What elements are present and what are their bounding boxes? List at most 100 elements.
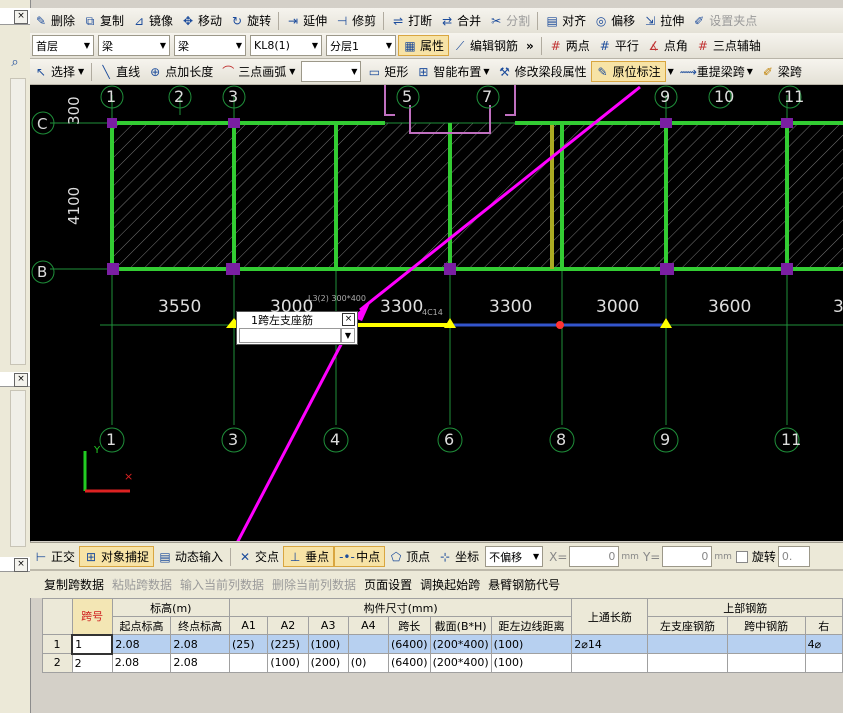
tool-icon: ⊣ [336,13,348,28]
three-point-axis-button[interactable]: # 三点辅轴 [692,35,765,56]
table-row[interactable]: 1 1 2.08 2.08 (25) (225) (100) (6400) (200*400)(… [42,633,843,655]
grid-tool-button-5[interactable]: 调换起始跨 [416,574,484,595]
floor-select[interactable]: 首层 ▼ [32,35,94,56]
layer-select[interactable]: 分层1 ▼ [326,35,396,56]
grid-tool-button-3[interactable]: 删除当前列数据 [268,574,360,595]
coordinate-snap[interactable]: ⊹ 坐标 [434,546,483,567]
beam-span-button[interactable]: ✐ 梁跨 [757,61,806,82]
tool-button-6[interactable]: ⊣ 修剪 [331,10,380,31]
object-snap-toggle[interactable]: ⊞ 对象捕捉 [79,546,155,567]
grid-tool-button-0[interactable]: 复制跨数据 [40,574,108,595]
popup-close-icon[interactable]: × [342,313,355,326]
y-input[interactable]: 0 [662,546,713,567]
table-cell-a4[interactable] [347,634,390,654]
arc-button[interactable]: ⌒ 三点画弧 ▼ [217,61,299,82]
tool-button-10[interactable]: ▤ 对齐 [541,10,590,31]
type-select[interactable]: 梁 ▼ [174,35,246,56]
two-point-button[interactable]: # 两点 [545,35,594,56]
close-icon[interactable]: × [14,10,28,24]
rect-button[interactable]: ▭ 矩形 [363,61,412,82]
table-cell-mid[interactable] [726,634,806,654]
grid-tool-button-1[interactable]: 粘贴跨数据 [108,574,176,595]
table-cell-end[interactable]: 2.08 [170,634,230,654]
popup-value-input[interactable] [239,328,341,343]
perpendicular-snap[interactable]: ⊥ 垂点 [283,546,335,567]
table-cell-sec[interactable]: (200*400) [429,634,492,654]
drawing-canvas[interactable]: × Y C B 300 4100 L3(2) 300*400 4C14 1跨左支… [30,85,843,541]
table-cell-span[interactable]: 2 [71,653,113,673]
edit-rebar-button[interactable]: ⟋ 编辑钢筋 [449,35,522,56]
line-button[interactable]: ╲ 直线 [95,61,144,82]
tool-button-13[interactable]: ✐ 设置夹点 [688,10,761,31]
x-input[interactable]: 0 [569,546,620,567]
table-cell-end[interactable]: 2.08 [170,653,230,673]
overflow-icon[interactable]: » [522,35,538,56]
close-icon[interactable]: × [14,373,28,387]
midpoint-snap[interactable]: -•- 中点 [334,546,386,567]
table-cell-len[interactable]: (6400) [388,653,431,673]
element-select[interactable]: KL8(1) ▼ [250,35,322,56]
left-scrollbar-top[interactable] [10,78,26,365]
point-angle-button[interactable]: ∡ 点角 [643,35,692,56]
table-cell-a1[interactable] [228,653,269,673]
table-cell-a4[interactable]: (0) [347,653,390,673]
properties-button[interactable]: ▦ 属性 [398,35,450,56]
table-cell-span[interactable]: 1 [71,633,114,655]
arc-mode-select[interactable]: ▼ [301,61,362,82]
tool-button-9[interactable]: ✂ 分割 [485,10,534,31]
grid-tool-button-6[interactable]: 悬臂钢筋代号 [484,574,564,595]
left-scrollbar-mid[interactable] [10,390,26,547]
tool-button-7[interactable]: ⇌ 打断 [387,10,436,31]
chevron-down-icon[interactable]: ▼ [341,328,355,343]
close-icon[interactable]: × [14,558,28,572]
table-cell-a1[interactable]: (25) [228,634,269,654]
table-cell-a2[interactable]: (225) [267,634,309,654]
offset-select[interactable]: 不偏移 ▼ [485,546,544,567]
table-row[interactable]: 2 2 2.08 2.08 (100) (200) (0) (6400) (200*400) (1… [42,653,843,673]
inplace-annotation-button[interactable]: ✎ 原位标注 [590,61,666,82]
grip-point[interactable] [556,321,564,329]
point-length-button[interactable]: ⊕ 点加长度 [144,61,217,82]
smart-layout-button[interactable]: ⊞ 智能布置 ▼ [412,61,493,82]
inplace-dropdown[interactable]: ▼ [666,61,676,82]
parallel-button[interactable]: # 平行 [594,35,643,56]
table-cell-dist[interactable]: (100) [490,634,573,654]
table-cell-start[interactable]: 2.08 [111,634,172,654]
modify-span-button[interactable]: ⚒ 修改梁段属性 [494,61,591,82]
tool-button-3[interactable]: ✥ 移动 [177,10,226,31]
tool-button-2[interactable]: ⊿ 镜像 [128,10,177,31]
table-cell-dist[interactable]: (100) [490,653,573,673]
intersection-snap[interactable]: ✕ 交点 [234,546,283,567]
tool-button-1[interactable]: ⧉ 复制 [79,10,128,31]
table-cell-a3[interactable]: (200) [307,653,349,673]
tool-button-5[interactable]: ⇥ 延伸 [282,10,331,31]
tool-button-12[interactable]: ⇲ 拉伸 [639,10,688,31]
dynamic-input-toggle[interactable]: ▤ 动态输入 [154,546,227,567]
table-cell-mid[interactable] [726,653,806,673]
rotate-checkbox[interactable] [735,550,748,563]
tool-button-4[interactable]: ↻ 旋转 [226,10,275,31]
relift-span-button[interactable]: ⟿ 重提梁跨 ▼ [676,61,757,82]
table-cell-through[interactable] [571,653,649,673]
vertex-snap[interactable]: ⬠ 顶点 [385,546,434,567]
search-icon[interactable]: ⌕ [6,55,24,73]
rotate-input[interactable]: 0. [777,546,810,567]
tool-button-0[interactable]: ✎ 删除 [30,10,79,31]
table-cell-len[interactable]: (6400) [388,634,431,654]
table-cell-sec[interactable]: (200*400) [429,653,492,673]
table-cell-left[interactable] [647,634,728,654]
table-cell-right[interactable] [804,653,843,673]
ortho-toggle[interactable]: ⊢ 正交 [30,546,79,567]
table-cell-right[interactable]: 4⌀ [804,634,843,654]
grid-tool-button-2[interactable]: 输入当前列数据 [176,574,268,595]
table-cell-a2[interactable]: (100) [267,653,309,673]
category-select[interactable]: 梁 ▼ [98,35,170,56]
table-cell-a3[interactable]: (100) [307,634,349,654]
table-cell-through[interactable]: 2⌀14 [571,634,649,654]
select-button[interactable]: ↖ 选择 ▼ [30,61,88,82]
tool-button-8[interactable]: ⇄ 合并 [436,10,485,31]
grid-tool-button-4[interactable]: 页面设置 [360,574,416,595]
table-cell-left[interactable] [647,653,728,673]
tool-button-11[interactable]: ◎ 偏移 [590,10,639,31]
table-cell-start[interactable]: 2.08 [111,653,172,673]
